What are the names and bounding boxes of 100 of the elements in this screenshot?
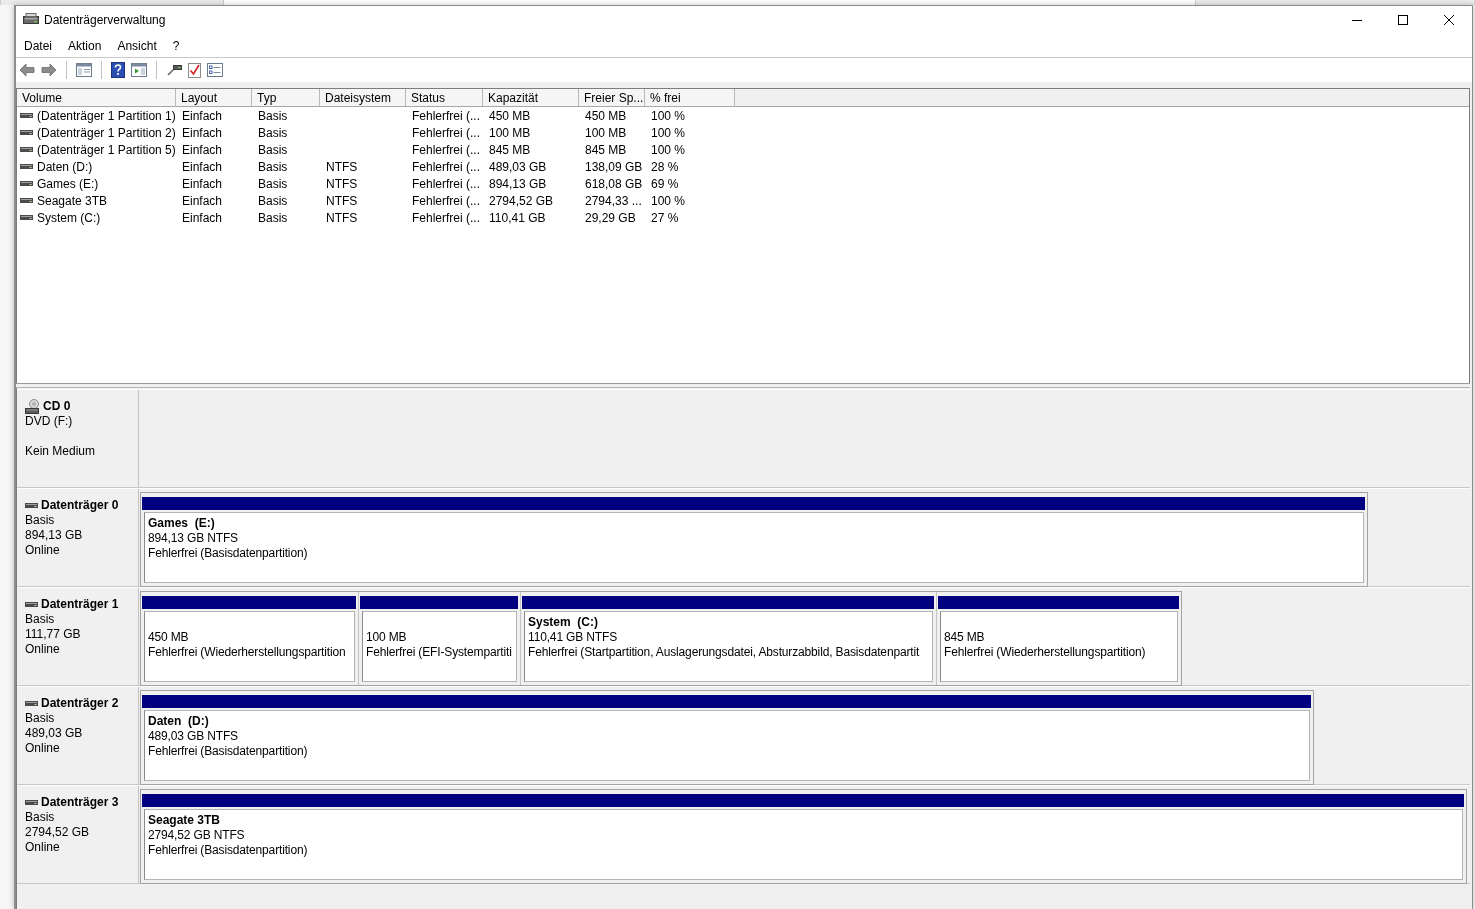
window-panel-icon[interactable]: [76, 63, 92, 77]
partition-status: Fehlerfrei (Wiederherstellungspartition): [944, 645, 1147, 660]
drive-icon: [20, 215, 33, 220]
volume-name[interactable]: (Datenträger 1 Partition 2): [37, 125, 176, 140]
disk-name: Datenträger 2: [41, 696, 119, 711]
table-cell-text: Fehlerfrei (...: [411, 108, 481, 123]
table-cell-text: Einfach: [181, 210, 224, 225]
volume-name[interactable]: (Datenträger 1 Partition 1): [37, 108, 176, 123]
menu-item[interactable]: ?: [164, 35, 188, 56]
drive-icon: [20, 198, 33, 203]
table-cell-text: 110,41 GB: [488, 210, 547, 225]
table-cell-text: 450 MB: [584, 108, 628, 123]
table-cell-text: Basis: [257, 193, 289, 208]
column-header[interactable]: % frei: [645, 89, 735, 106]
partition-status: Fehlerfrei (Wiederherstellungspartition: [148, 645, 347, 660]
partition-size: 894,13 GB NTFS: [148, 531, 239, 546]
table-cell-text: 450 MB: [488, 108, 532, 123]
column-header[interactable]: Freier Sp...: [579, 89, 645, 106]
table-cell-text: 100 MB: [584, 125, 628, 140]
checklist-window-icon[interactable]: [207, 63, 223, 77]
column-header[interactable]: Layout: [176, 89, 252, 106]
drive-icon: [20, 130, 33, 135]
partition-size: 100 MB: [366, 630, 408, 645]
table-cell-text: 138,09 GB: [584, 159, 644, 174]
volume-name[interactable]: Seagate 3TB: [37, 193, 108, 208]
drive-icon: [20, 113, 33, 118]
disk-size: 2794,52 GB: [25, 825, 91, 840]
table-cell-text: 845 MB: [488, 142, 532, 157]
volume-name[interactable]: System (C:): [37, 210, 101, 225]
table-cell-text: NTFS: [325, 193, 359, 208]
volume-name[interactable]: (Datenträger 1 Partition 5): [37, 142, 176, 157]
window-panel-icon[interactable]: [131, 63, 147, 77]
table-cell-text: Fehlerfrei (...: [411, 142, 481, 157]
checked-document-icon[interactable]: [188, 62, 201, 78]
hard-drive-icon: [23, 13, 39, 27]
disk-name: Datenträger 3: [41, 795, 119, 810]
table-cell-text: 69 %: [650, 176, 680, 191]
drive-icon: [20, 147, 33, 152]
back-arrow-icon[interactable]: [19, 63, 35, 77]
drive-label: DVD (F:): [25, 414, 74, 429]
partition-size: 2794,52 GB NTFS: [148, 828, 246, 843]
volume-name[interactable]: Daten (D:): [37, 159, 93, 174]
partition-status: Fehlerfrei (Basisdatenpartition): [148, 744, 309, 759]
drive-icon: [25, 800, 38, 805]
table-cell-text: 845 MB: [584, 142, 628, 157]
table-cell-text: 489,03 GB: [488, 159, 548, 174]
table-cell-text: Fehlerfrei (...: [411, 176, 481, 191]
disk-name: Datenträger 0: [41, 498, 119, 513]
cd-drive-icon: [25, 399, 40, 414]
table-cell-text: Fehlerfrei (...: [411, 159, 481, 174]
table-cell-text: 100 %: [650, 142, 687, 157]
minimize-icon[interactable]: [1352, 19, 1362, 21]
partition-status: Fehlerfrei (Basisdatenpartition): [148, 546, 309, 561]
partition-name: Daten (D:): [148, 714, 210, 729]
column-header[interactable]: Typ: [252, 89, 320, 106]
volume-name[interactable]: Games (E:): [37, 176, 99, 191]
disk-status: Online: [25, 840, 61, 855]
disk-type: Basis: [25, 612, 56, 627]
table-cell-text: NTFS: [325, 176, 359, 191]
disk-size: 111,77 GB: [25, 627, 82, 642]
table-cell-text: 29,29 GB: [584, 210, 637, 225]
table-cell-text: 100 %: [650, 108, 687, 123]
drive-icon: [25, 602, 38, 607]
partition-status: Fehlerfrei (Startpartition, Auslagerungsdatei, Absturzabbild, Basisdatenpartit: [528, 645, 921, 660]
menu-item[interactable]: Ansicht: [109, 35, 165, 56]
window-title: Datenträgerverwaltung: [44, 13, 166, 27]
forward-arrow-icon[interactable]: [41, 63, 57, 77]
column-header[interactable]: Volume: [17, 89, 176, 106]
table-cell-text: Einfach: [181, 125, 224, 140]
table-cell-text: 2794,33 ...: [584, 193, 643, 208]
table-cell-text: Fehlerfrei (...: [411, 125, 481, 140]
close-icon[interactable]: [1444, 15, 1454, 25]
table-cell-text: Basis: [257, 159, 289, 174]
table-cell-text: Einfach: [181, 142, 224, 157]
table-cell-text: 618,08 GB: [584, 176, 644, 191]
menu-item[interactable]: Aktion: [60, 35, 110, 56]
table-cell-text: NTFS: [325, 210, 359, 225]
disk-type: Basis: [25, 513, 56, 528]
table-cell-text: 27 %: [650, 210, 680, 225]
disk-status: Online: [25, 741, 61, 756]
disk-size: 489,03 GB: [25, 726, 84, 741]
partition-size: 110,41 GB NTFS: [528, 630, 619, 645]
help-icon[interactable]: [111, 62, 125, 78]
table-cell-text: Fehlerfrei (...: [411, 210, 481, 225]
partition-name: Seagate 3TB: [148, 813, 222, 828]
table-cell-text: 100 MB: [488, 125, 532, 140]
partition-name: Games (E:): [148, 516, 216, 531]
disk-type: Basis: [25, 810, 56, 825]
table-cell-text: Einfach: [181, 193, 224, 208]
column-header[interactable]: Status: [406, 89, 483, 106]
table-cell-text: Basis: [257, 210, 289, 225]
column-header[interactable]: Dateisystem: [320, 89, 406, 106]
column-header[interactable]: Kapazität: [483, 89, 579, 106]
drive-wand-icon[interactable]: [166, 63, 182, 77]
table-cell-text: 100 %: [650, 193, 687, 208]
maximize-icon[interactable]: [1398, 15, 1408, 25]
menu-item[interactable]: Datei: [16, 35, 60, 56]
media-status: Kein Medium: [25, 444, 97, 459]
table-cell-text: Einfach: [181, 108, 224, 123]
table-cell-text: Einfach: [181, 159, 224, 174]
